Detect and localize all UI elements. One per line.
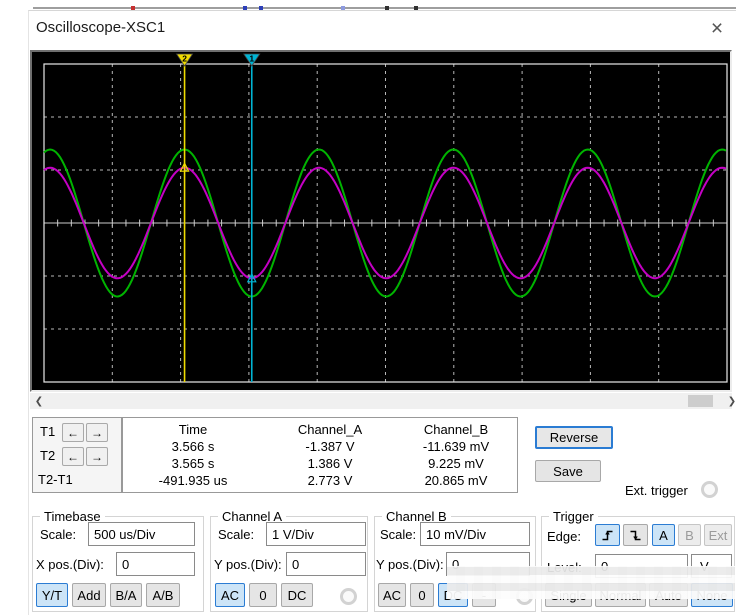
ext-trigger-indicator [701,481,718,498]
table-header-row: Time Channel_A Channel_B [123,421,517,438]
t2-time: 3.565 s [171,456,215,471]
trigger-group-title: Trigger [549,509,598,524]
reverse-button[interactable]: Reverse [535,426,613,449]
table-row-t2-t1: -491.935 us 2.773 V 20.865 mV [123,472,517,489]
watermark-blur [447,566,735,599]
trigger-edge-label: Edge: [547,529,581,544]
timebase-scale-label: Scale: [40,527,77,542]
channel-b-coupling-ac-button[interactable]: AC [378,583,406,607]
measurement-table: Time Channel_A Channel_B 3.566 s -1.387 … [122,417,518,493]
timebase-mode-add-button[interactable]: Add [72,583,106,607]
t1-right-button[interactable]: → [86,423,108,442]
col-header-channel-b: Channel_B [423,422,489,437]
channel-a-coupling-dc-button[interactable]: DC [281,583,313,607]
t1-channel-a: -1.387 V [305,439,355,454]
trigger-source-ext-button[interactable]: Ext [704,524,732,546]
falling-edge-icon [630,530,641,540]
save-button[interactable]: Save [535,460,601,482]
close-button[interactable]: × [702,15,732,43]
t2-left-button[interactable]: ← [62,447,84,466]
arrow-right-icon: → [91,425,103,440]
arrow-left-icon: ← [67,449,79,464]
col-header-time: Time [178,422,208,437]
channel-a-scale-label: Scale: [218,527,255,542]
trigger-source-a-button[interactable]: A [652,524,675,546]
channel-a-coupling-ac-button[interactable]: AC [215,583,245,607]
rising-edge-icon [602,530,613,540]
t2-t1-label: T2-T1 [38,472,73,487]
timebase-mode-yt-button[interactable]: Y/T [36,583,68,607]
channel-a-ypos-input[interactable] [286,552,366,576]
window-title: Oscilloscope-XSC1 [36,19,166,36]
diff-time: -491.935 us [158,473,228,488]
col-header-channel-a: Channel_A [297,422,363,437]
close-icon: × [710,17,724,40]
diff-channel-a: 2.773 V [307,473,353,488]
channel-b-scale-input[interactable] [420,522,530,546]
svg-text:2: 2 [182,54,187,64]
t2-channel-b: 9.225 mV [428,456,484,471]
channel-b-scale-label: Scale: [380,527,417,542]
scroll-right-button[interactable]: ❯ [726,394,736,408]
channel-a-indicator [340,588,357,605]
table-row-t1: 3.566 s -1.387 V -11.639 mV [123,438,517,455]
trigger-falling-edge-button[interactable] [623,524,648,546]
channel-b-coupling-0-button[interactable]: 0 [410,583,434,607]
arrow-right-icon: → [91,449,103,464]
chevron-right-icon: ❯ [727,395,736,407]
channel-a-scale-input[interactable] [266,522,366,546]
t1-channel-b: -11.639 mV [422,439,490,454]
t2-channel-a: 1.386 V [307,456,353,471]
diff-channel-b: 20.865 mV [424,473,488,488]
timebase-mode-ab-button[interactable]: A/B [146,583,180,607]
chevron-left-icon: ❮ [34,395,44,407]
timebase-mode-ba-button[interactable]: B/A [110,583,142,607]
t1-time: 3.566 s [171,439,215,454]
trigger-rising-edge-button[interactable] [595,524,620,546]
channel-a-coupling-0-button[interactable]: 0 [249,583,277,607]
table-row-t2: 3.565 s 1.386 V 9.225 mV [123,455,517,472]
channel-a-ypos-label: Y pos.(Div): [214,557,282,572]
horizontal-scrollbar [30,393,732,409]
t1-left-button[interactable]: ← [62,423,84,442]
oscilloscope-app: Oscilloscope-XSC1 × 21 ❮ ❯ T1 ← → T2 ← →… [0,0,736,615]
t1-label: T1 [40,424,56,439]
svg-text:1: 1 [249,54,254,64]
ext-trigger-label: Ext. trigger [625,483,688,498]
channel-b-ypos-label: Y pos.(Div): [376,557,444,572]
scope-screen: 21 [30,50,732,392]
t2-right-button[interactable]: → [86,447,108,466]
timebase-xpos-input[interactable] [116,552,195,576]
scroll-left-button[interactable]: ❮ [33,394,45,408]
scroll-thumb[interactable] [688,395,713,407]
t2-label: T2 [40,448,56,463]
trigger-source-b-button[interactable]: B [678,524,701,546]
arrow-left-icon: ← [67,425,79,440]
timebase-scale-input[interactable] [88,522,195,546]
timebase-xpos-label: X pos.(Div): [36,557,104,572]
